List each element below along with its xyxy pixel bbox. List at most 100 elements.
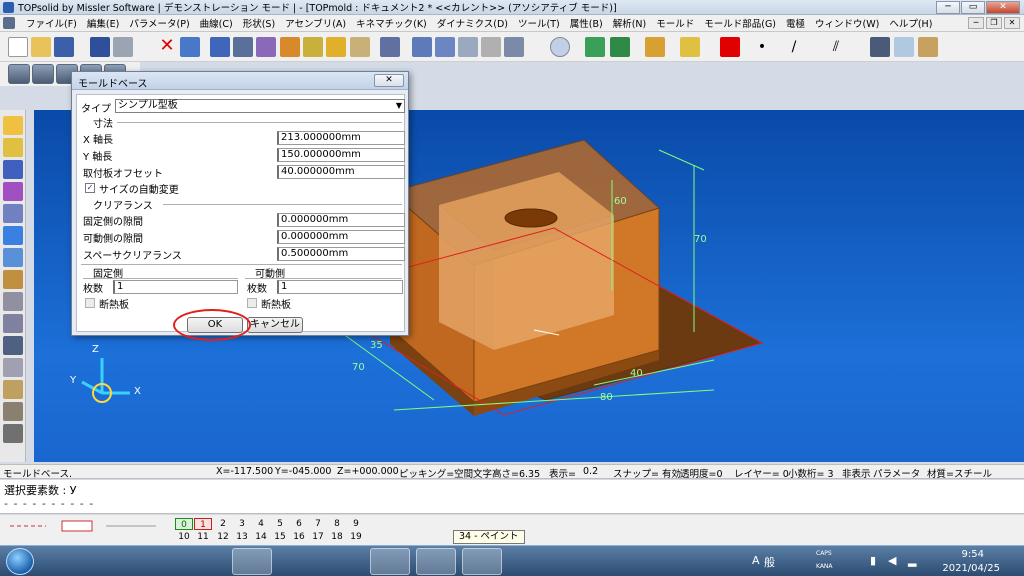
hatch-icon[interactable]: ⫽: [826, 37, 846, 57]
layer-1[interactable]: 1: [194, 518, 212, 530]
status-display-value[interactable]: 0.2: [583, 466, 598, 477]
status-material[interactable]: 材質=スチール: [927, 466, 992, 480]
zoom-icon[interactable]: [550, 37, 570, 57]
hide-icon[interactable]: [350, 37, 370, 57]
command-area[interactable]: 選択要素数 : У - - - - - - - - - -: [0, 480, 1024, 514]
moving-gap-input[interactable]: 0.000000mm: [277, 230, 405, 244]
doc-restore-button[interactable]: ❐: [986, 17, 1002, 29]
curve-icon[interactable]: [3, 138, 23, 157]
menu-electrode[interactable]: 電極: [781, 16, 810, 30]
hand-icon[interactable]: [326, 37, 346, 57]
layer-9[interactable]: 9: [347, 518, 365, 530]
doc-minimize-button[interactable]: ─: [968, 17, 984, 29]
status-decimals[interactable]: 小数桁= 3: [788, 466, 834, 480]
layer-5[interactable]: 5: [271, 518, 289, 530]
layer-7[interactable]: 7: [309, 518, 327, 530]
moving-insulation-checkbox[interactable]: [247, 298, 257, 308]
mold-icon[interactable]: [3, 292, 23, 311]
signal-icon[interactable]: ▂: [908, 554, 916, 567]
volume-icon[interactable]: ◀: [888, 554, 896, 567]
layer-17[interactable]: 17: [309, 531, 327, 543]
paint-icon[interactable]: [462, 548, 502, 575]
point-style-icon[interactable]: •: [752, 37, 772, 57]
layer-2[interactable]: 2: [214, 518, 232, 530]
topsolid-taskbar-icon[interactable]: [416, 548, 456, 575]
moving-count-input[interactable]: 1: [277, 280, 403, 294]
doc-close-button[interactable]: ✕: [1004, 17, 1020, 29]
dialog-title-bar[interactable]: モールドベース ✕: [72, 72, 408, 90]
calculator-icon[interactable]: [324, 548, 364, 575]
clock-date[interactable]: 2021/04/25: [942, 563, 1000, 574]
dropdown-arrow-icon[interactable]: ▼: [396, 100, 402, 112]
ime-mode[interactable]: 般: [764, 554, 775, 570]
x-length-input[interactable]: 213.000000mm: [277, 131, 405, 145]
render-icon[interactable]: [918, 37, 938, 57]
rotate-view-icon[interactable]: [645, 37, 665, 57]
electrode-icon[interactable]: [3, 358, 23, 377]
auto-resize-checkbox[interactable]: ✓: [85, 183, 95, 193]
layer-15[interactable]: 15: [271, 531, 289, 543]
layer-19[interactable]: 19: [347, 531, 365, 543]
layer-10[interactable]: 10: [175, 531, 193, 543]
layer-12[interactable]: 12: [214, 531, 232, 543]
status-layer[interactable]: レイヤー= 0: [734, 466, 789, 480]
clock-time[interactable]: 9:54: [962, 549, 984, 560]
file-explorer-icon[interactable]: [94, 548, 134, 575]
outlook-icon[interactable]: [370, 548, 410, 575]
dynamics-icon[interactable]: [3, 248, 23, 267]
type-dropdown[interactable]: シンプル型板 ▼: [115, 99, 405, 113]
layer-icon[interactable]: [894, 37, 914, 57]
close-button[interactable]: ✕: [986, 1, 1020, 14]
menu-mold[interactable]: モールド: [651, 16, 699, 30]
document-menu-icon[interactable]: [3, 17, 15, 29]
save-icon[interactable]: [54, 37, 74, 57]
shaded-view-icon[interactable]: [8, 64, 30, 84]
start-button-icon[interactable]: [6, 548, 34, 575]
cancel-button[interactable]: キャンセル: [247, 317, 303, 333]
fit-view-icon[interactable]: [585, 37, 605, 57]
layer-13[interactable]: 13: [233, 531, 251, 543]
maximize-button[interactable]: ▭: [961, 1, 985, 14]
pan-icon[interactable]: [680, 37, 700, 57]
menu-window[interactable]: ウィンドウ(W): [810, 16, 884, 30]
chrome-icon[interactable]: [232, 548, 272, 575]
media-player-icon[interactable]: [140, 548, 180, 575]
internet-explorer-icon[interactable]: [48, 548, 88, 575]
ejector-icon[interactable]: [3, 336, 23, 355]
fixed-count-input[interactable]: 1: [113, 280, 238, 294]
layer-8[interactable]: 8: [328, 518, 346, 530]
menu-analysis[interactable]: 解析(N): [608, 16, 652, 30]
menu-dynamics[interactable]: ダイナミクス(D): [432, 16, 513, 30]
menu-tools[interactable]: ツール(T): [513, 16, 565, 30]
assembly-icon[interactable]: [3, 204, 23, 223]
notes-app-icon[interactable]: [278, 548, 318, 575]
menu-parameter[interactable]: パラメータ(P): [124, 16, 194, 30]
cancel-x-icon[interactable]: ✕: [157, 37, 177, 57]
status-picking[interactable]: ピッキング=空間: [399, 466, 473, 480]
menu-file[interactable]: ファイル(F): [21, 16, 82, 30]
menu-assembly[interactable]: アセンブリ(A): [280, 16, 351, 30]
hook-icon[interactable]: [481, 37, 501, 57]
menu-curve[interactable]: 曲線(C): [195, 16, 238, 30]
modify-icon[interactable]: [435, 37, 455, 57]
magnet-icon[interactable]: [458, 37, 478, 57]
current-color-swatch[interactable]: [720, 37, 740, 57]
layer-0[interactable]: 0: [175, 518, 193, 530]
kinematic-icon[interactable]: [3, 226, 23, 245]
topsolid-tools-icon[interactable]: [3, 424, 23, 443]
status-parameter[interactable]: パラメータ: [873, 466, 920, 480]
fixed-insulation-checkbox[interactable]: [85, 298, 95, 308]
ime-a[interactable]: A: [752, 554, 760, 567]
menu-edit[interactable]: 編集(E): [82, 16, 124, 30]
pencil-icon[interactable]: [3, 116, 23, 135]
surface-icon[interactable]: [3, 182, 23, 201]
undo-icon[interactable]: [180, 37, 200, 57]
edit-curve-icon[interactable]: [412, 37, 432, 57]
dialog-close-button[interactable]: ✕: [374, 74, 404, 87]
layer-4[interactable]: 4: [252, 518, 270, 530]
network-icon[interactable]: ▮: [870, 554, 876, 567]
fixed-gap-input[interactable]: 0.000000mm: [277, 213, 405, 227]
menu-shape[interactable]: 形状(S): [238, 16, 280, 30]
highlight-icon[interactable]: [210, 37, 230, 57]
graduation-icon[interactable]: [870, 37, 890, 57]
